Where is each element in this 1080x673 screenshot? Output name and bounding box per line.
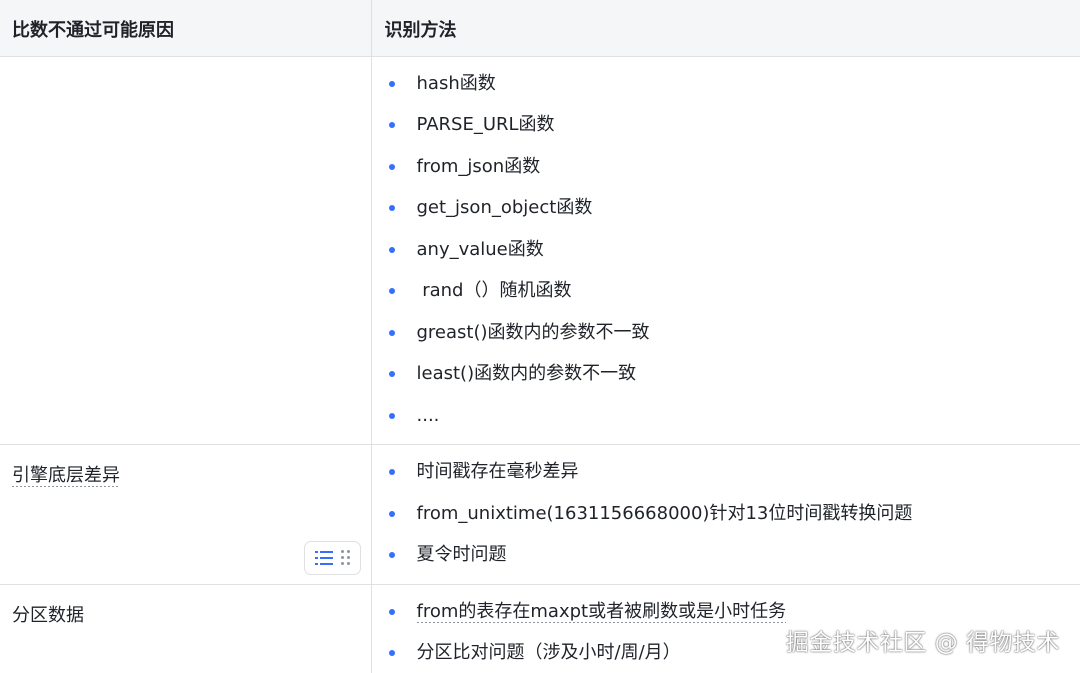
reason-cell[interactable]: 引擎底层差异: [0, 444, 372, 585]
doc-table-container: 比数不通过可能原因 识别方法 hash函数 PARSE_URL函数 from_j…: [0, 0, 1080, 673]
list-item: ....: [372, 403, 1080, 445]
bullet-icon: [388, 163, 395, 170]
table-header-row: 比数不通过可能原因 识别方法: [0, 0, 1080, 57]
list-item: any_value函数: [372, 237, 1080, 279]
reason-text: 分区数据: [12, 604, 84, 626]
table-row: hash函数 PARSE_URL函数 from_json函数 get_json_…: [0, 56, 1080, 445]
methods-list: 时间戳存在毫秒差异 from_unixtime(1631156668000)针对…: [372, 459, 1080, 584]
bullet-icon: [388, 80, 395, 87]
bullet-icon: [388, 246, 395, 253]
bullet-icon: [388, 608, 395, 615]
reasons-table: 比数不通过可能原因 识别方法 hash函数 PARSE_URL函数 from_j…: [0, 0, 1080, 673]
bullet-icon: [388, 412, 395, 419]
header-reason[interactable]: 比数不通过可能原因: [0, 0, 372, 57]
bullet-icon: [388, 122, 395, 128]
bullet-icon: [388, 650, 395, 656]
list-item: PARSE_URL函数: [372, 112, 1080, 154]
list-item: greast()函数内的参数不一致: [372, 320, 1080, 362]
bullet-icon: [388, 288, 395, 294]
list-icon[interactable]: [314, 550, 333, 565]
list-item: rand（）随机函数: [372, 278, 1080, 320]
list-item: least()函数内的参数不一致: [372, 361, 1080, 403]
list-item: hash函数: [372, 71, 1080, 113]
list-item: get_json_object函数: [372, 195, 1080, 237]
reason-cell[interactable]: [0, 56, 372, 445]
bullet-icon: [388, 329, 395, 336]
header-method[interactable]: 识别方法: [371, 0, 1080, 57]
methods-list: hash函数 PARSE_URL函数 from_json函数 get_json_…: [372, 71, 1080, 445]
bullet-icon: [388, 552, 395, 558]
list-item: 夏令时问题: [372, 542, 1080, 584]
reason-cell[interactable]: 分区数据: [0, 584, 372, 673]
drag-handle-icon[interactable]: [340, 550, 350, 565]
list-item: from_unixtime(1631156668000)针对13位时间戳转换问题: [372, 501, 1080, 543]
bullet-icon: [388, 469, 395, 475]
bullet-icon: [388, 205, 395, 211]
reason-text: 引擎底层差异: [12, 465, 120, 487]
table-row: 引擎底层差异 时间戳存在毫秒差异 from_unixtime(163115666…: [0, 444, 1080, 585]
cell-toolbar[interactable]: [303, 540, 361, 575]
bullet-icon: [388, 510, 395, 517]
bullet-icon: [388, 371, 395, 377]
watermark: 掘金技术社区 @ 得物技术: [785, 630, 1060, 656]
list-item: 时间戳存在毫秒差异: [372, 459, 1080, 501]
methods-cell[interactable]: hash函数 PARSE_URL函数 from_json函数 get_json_…: [371, 56, 1080, 445]
list-item: from_json函数: [372, 154, 1080, 196]
methods-cell[interactable]: 时间戳存在毫秒差异 from_unixtime(1631156668000)针对…: [371, 444, 1080, 585]
